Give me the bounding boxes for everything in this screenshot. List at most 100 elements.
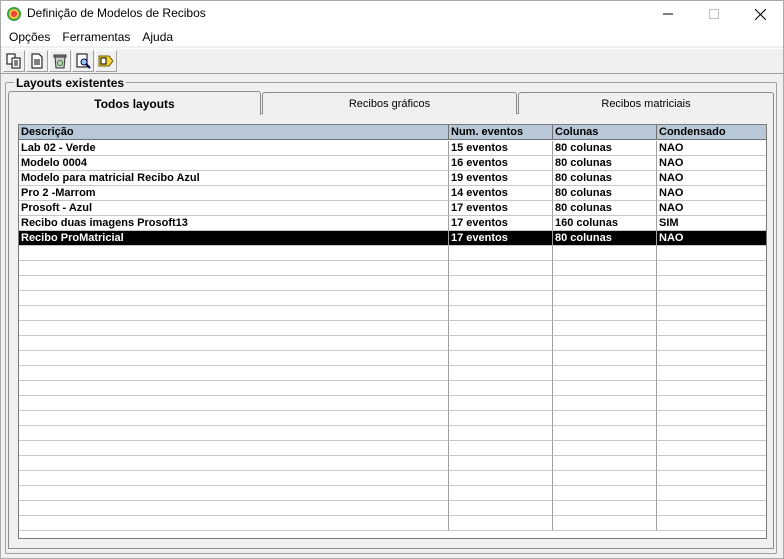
empty-row[interactable] [19, 411, 766, 426]
table-row[interactable]: Prosoft - Azul 17 eventos 80 colunas NAO [19, 201, 766, 216]
table-cell [19, 261, 449, 276]
table-cell [19, 441, 449, 456]
copy-icon [6, 53, 21, 69]
table-cell [657, 321, 766, 336]
layouts-grid[interactable]: Descrição Num. eventos Colunas Condensad… [18, 124, 767, 539]
search-button[interactable] [72, 50, 94, 72]
table-cell [449, 396, 553, 411]
empty-row[interactable] [19, 396, 766, 411]
column-header-descricao[interactable]: Descrição [19, 125, 449, 140]
table-cell [553, 336, 657, 351]
table-cell [657, 276, 766, 291]
table-cell [657, 366, 766, 381]
table-cell [19, 291, 449, 306]
table-row[interactable]: Modelo para matricial Recibo Azul 19 eve… [19, 171, 766, 186]
empty-row[interactable] [19, 336, 766, 351]
empty-row[interactable] [19, 261, 766, 276]
table-cell [449, 501, 553, 516]
empty-row[interactable] [19, 501, 766, 516]
table-cell [449, 246, 553, 261]
empty-row[interactable] [19, 516, 766, 531]
table-cell [553, 321, 657, 336]
table-cell [19, 321, 449, 336]
empty-row[interactable] [19, 471, 766, 486]
empty-row[interactable] [19, 381, 766, 396]
table-cell [449, 336, 553, 351]
tab-todos-layouts[interactable]: Todos layouts [8, 91, 261, 115]
table-cell [657, 441, 766, 456]
column-header-colunas[interactable]: Colunas [553, 125, 657, 140]
empty-row[interactable] [19, 426, 766, 441]
table-cell: 80 colunas [553, 171, 657, 186]
window-title: Definição de Modelos de Recibos [27, 6, 206, 20]
tab-recibos-matriciais[interactable]: Recibos matriciais [518, 92, 774, 114]
table-row[interactable]: Recibo duas imagens Prosoft13 17 eventos… [19, 216, 766, 231]
table-row[interactable]: Pro 2 -Marrom 14 eventos 80 colunas NAO [19, 186, 766, 201]
empty-row[interactable] [19, 351, 766, 366]
table-cell: 80 colunas [553, 141, 657, 156]
table-cell [19, 516, 449, 531]
column-header-num-eventos[interactable]: Num. eventos [449, 125, 553, 140]
empty-row[interactable] [19, 291, 766, 306]
table-cell: NAO [657, 156, 766, 171]
table-cell: Pro 2 -Marrom [19, 186, 449, 201]
table-cell [449, 351, 553, 366]
column-header-condensado[interactable]: Condensado [657, 125, 766, 140]
new-document-button[interactable] [26, 50, 48, 72]
table-cell [657, 486, 766, 501]
empty-row[interactable] [19, 441, 766, 456]
table-cell: 16 eventos [449, 156, 553, 171]
table-cell: Recibo duas imagens Prosoft13 [19, 216, 449, 231]
table-cell [657, 291, 766, 306]
table-cell [19, 426, 449, 441]
table-cell [19, 396, 449, 411]
table-cell: Modelo para matricial Recibo Azul [19, 171, 449, 186]
table-cell [553, 306, 657, 321]
empty-row[interactable] [19, 456, 766, 471]
export-icon [98, 55, 114, 67]
export-button[interactable] [95, 50, 117, 72]
table-cell: 17 eventos [449, 201, 553, 216]
table-cell [449, 411, 553, 426]
empty-row[interactable] [19, 246, 766, 261]
table-cell [553, 501, 657, 516]
toolbar [1, 48, 783, 74]
table-cell [449, 441, 553, 456]
empty-row[interactable] [19, 306, 766, 321]
table-cell [553, 381, 657, 396]
table-cell: SIM [657, 216, 766, 231]
empty-row[interactable] [19, 321, 766, 336]
table-cell [657, 501, 766, 516]
table-cell [19, 381, 449, 396]
title-bar[interactable]: Definição de Modelos de Recibos [1, 1, 783, 27]
empty-row[interactable] [19, 276, 766, 291]
copy-button[interactable] [3, 50, 25, 72]
table-cell: 160 colunas [553, 216, 657, 231]
delete-button[interactable] [49, 50, 71, 72]
table-cell: 15 eventos [449, 141, 553, 156]
table-cell: 19 eventos [449, 171, 553, 186]
table-cell: 14 eventos [449, 186, 553, 201]
table-row[interactable]: Recibo ProMatricial 17 eventos 80 colunas… [19, 231, 766, 246]
table-cell [553, 426, 657, 441]
table-cell [449, 486, 553, 501]
close-button[interactable] [737, 1, 783, 27]
table-cell: NAO [657, 201, 766, 216]
table-row[interactable]: Modelo 0004 16 eventos 80 colunas NAO [19, 156, 766, 171]
minimize-button[interactable] [645, 1, 691, 27]
table-cell [19, 366, 449, 381]
table-cell [657, 261, 766, 276]
table-cell: 80 colunas [553, 231, 657, 246]
menu-ajuda[interactable]: Ajuda [136, 30, 179, 44]
empty-row[interactable] [19, 366, 766, 381]
tab-recibos-graficos[interactable]: Recibos gráficos [262, 92, 517, 114]
empty-row[interactable] [19, 486, 766, 501]
maximize-button[interactable] [691, 1, 737, 27]
table-cell [657, 336, 766, 351]
table-cell [449, 366, 553, 381]
menu-ferramentas[interactable]: Ferramentas [56, 30, 136, 44]
table-cell [449, 276, 553, 291]
table-cell: 17 eventos [449, 231, 553, 246]
menu-opcoes[interactable]: Opções [3, 30, 56, 44]
table-row[interactable]: Lab 02 - Verde 15 eventos 80 colunas NAO [19, 141, 766, 156]
